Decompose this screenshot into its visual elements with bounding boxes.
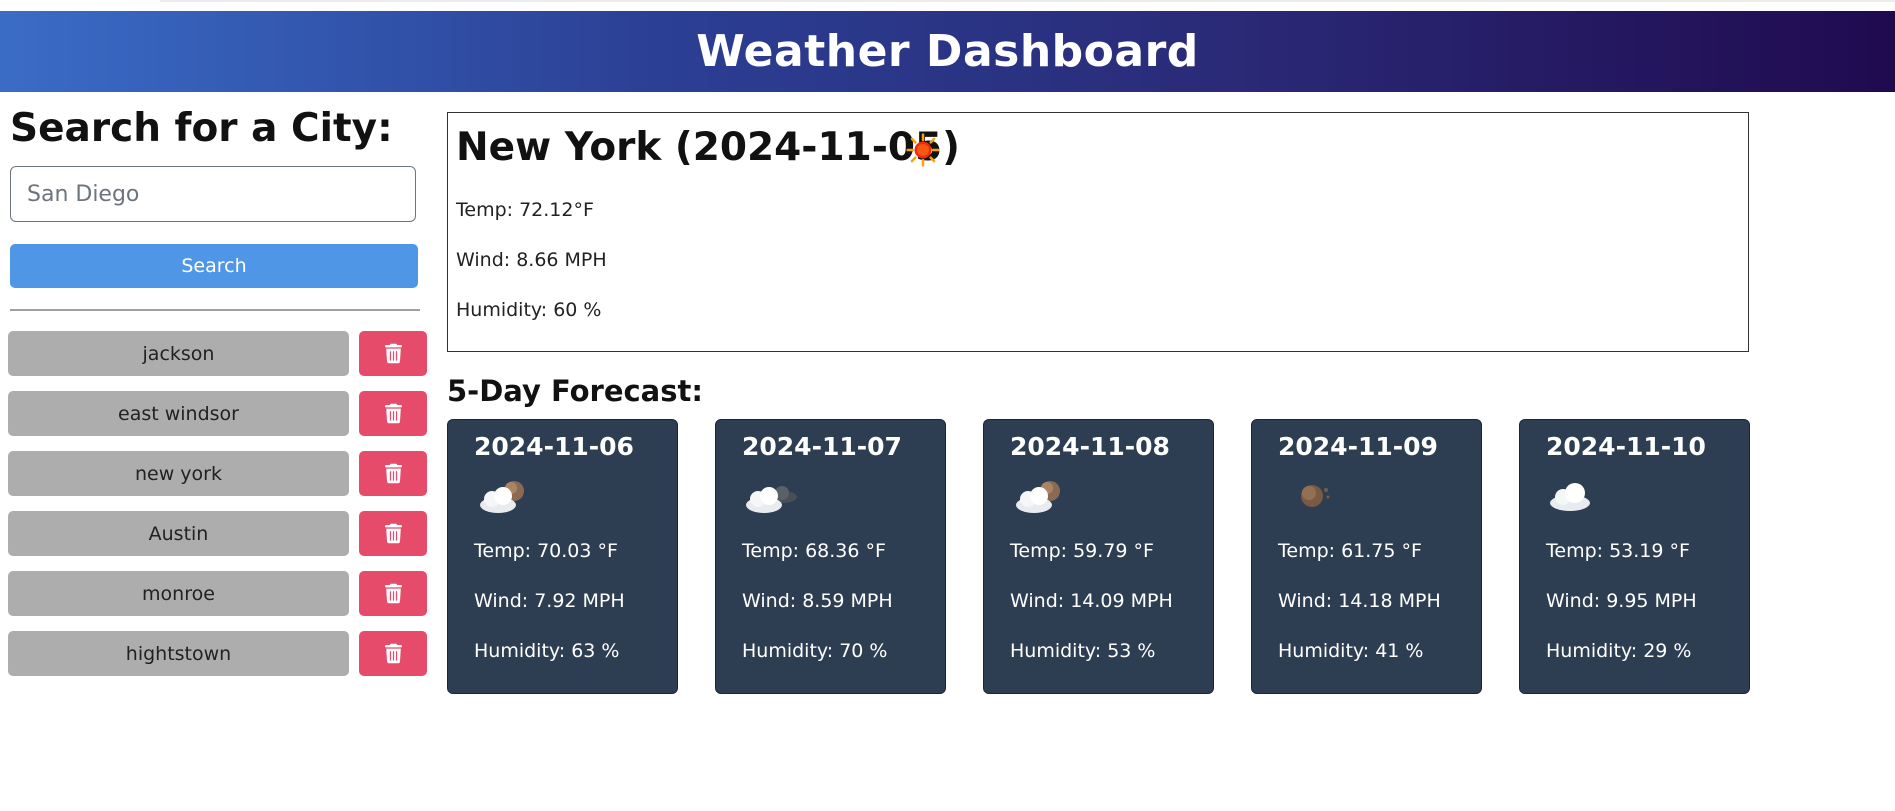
trash-icon: [384, 643, 402, 664]
trash-icon: [384, 523, 402, 544]
current-temp: Temp: 72.12°F: [456, 199, 594, 221]
forecast-humidity: Humidity: 70 %: [742, 640, 888, 662]
history-item: Austin: [8, 511, 428, 556]
forecast-date: 2024-11-08: [1010, 432, 1170, 461]
forecast-humidity: Humidity: 53 %: [1010, 640, 1156, 662]
trash-icon: [384, 463, 402, 484]
forecast-temp: Temp: 70.03 °F: [474, 540, 618, 562]
history-city-button[interactable]: east windsor: [8, 391, 349, 436]
delete-button[interactable]: [359, 391, 427, 436]
delete-button[interactable]: [359, 451, 427, 496]
forecast-date: 2024-11-09: [1278, 432, 1438, 461]
history-item: monroe: [8, 571, 428, 616]
trash-icon: [384, 403, 402, 424]
history-city-button[interactable]: monroe: [8, 571, 349, 616]
city-search-value: San Diego: [27, 181, 140, 207]
forecast-card: 2024-11-08 Temp: 59.79 °F Wind: 14.09 MP…: [983, 419, 1214, 694]
forecast-humidity: Humidity: 63 %: [474, 640, 620, 662]
delete-button[interactable]: [359, 631, 427, 676]
forecast-date: 2024-11-06: [474, 432, 634, 461]
forecast-wind: Wind: 7.92 MPH: [474, 590, 625, 612]
forecast-card: 2024-11-06 Temp: 70.03 °F Wind: 7.92 MPH…: [447, 419, 678, 694]
search-heading: Search for a City:: [10, 106, 393, 151]
forecast-date: 2024-11-07: [742, 432, 902, 461]
history-item: new york: [8, 451, 428, 496]
sun-icon: [906, 133, 940, 167]
forecast-card: 2024-11-07 Temp: 68.36 °F Wind: 8.59 MPH…: [715, 419, 946, 694]
trash-icon: [384, 343, 402, 364]
forecast-wind: Wind: 8.59 MPH: [742, 590, 893, 612]
browser-top-strip: [0, 0, 1895, 11]
forecast-temp: Temp: 68.36 °F: [742, 540, 886, 562]
history-city-button[interactable]: new york: [8, 451, 349, 496]
top-divider: [160, 0, 1895, 2]
delete-button[interactable]: [359, 331, 427, 376]
history-city-button[interactable]: jackson: [8, 331, 349, 376]
forecast-card: 2024-11-10 Temp: 53.19 °F Wind: 9.95 MPH…: [1519, 419, 1750, 694]
broken-clouds-icon: [746, 486, 797, 513]
trash-icon: [384, 583, 402, 604]
history-item: hightstown: [8, 631, 428, 676]
forecast-humidity: Humidity: 29 %: [1546, 640, 1692, 662]
cloud-with-moon-icon: [1016, 481, 1060, 513]
history-city-button[interactable]: hightstown: [8, 631, 349, 676]
history-item: jackson: [8, 331, 428, 376]
delete-button[interactable]: [359, 511, 427, 556]
forecast-humidity: Humidity: 41 %: [1278, 640, 1424, 662]
current-weather-panel: New York (2024-11-05) Temp: 72.12°F Wind…: [447, 112, 1749, 352]
forecast-wind: Wind: 9.95 MPH: [1546, 590, 1697, 612]
forecast-temp: Temp: 61.75 °F: [1278, 540, 1422, 562]
forecast-wind: Wind: 14.09 MPH: [1010, 590, 1173, 612]
current-wind: Wind: 8.66 MPH: [456, 249, 607, 271]
cloud-icon: [1550, 483, 1590, 511]
history-item: east windsor: [8, 391, 428, 436]
moon-icon: [1301, 485, 1330, 507]
forecast-wind: Wind: 14.18 MPH: [1278, 590, 1441, 612]
history-city-button[interactable]: Austin: [8, 511, 349, 556]
cloud-with-moon-icon: [480, 481, 524, 513]
page-header: Weather Dashboard: [0, 11, 1895, 92]
current-humidity: Humidity: 60 %: [456, 299, 602, 321]
current-city-title: New York (2024-11-05): [456, 125, 961, 170]
forecast-temp: Temp: 53.19 °F: [1546, 540, 1690, 562]
page-title: Weather Dashboard: [696, 26, 1199, 77]
forecast-card: 2024-11-09 Temp: 61.75 °F Wind: 14.18 MP…: [1251, 419, 1482, 694]
forecast-heading: 5-Day Forecast:: [447, 374, 703, 408]
forecast-date: 2024-11-10: [1546, 432, 1706, 461]
delete-button[interactable]: [359, 571, 427, 616]
sidebar-divider: [10, 309, 420, 311]
forecast-temp: Temp: 59.79 °F: [1010, 540, 1154, 562]
search-button[interactable]: Search: [10, 244, 418, 288]
city-search-input[interactable]: San Diego: [10, 166, 416, 222]
